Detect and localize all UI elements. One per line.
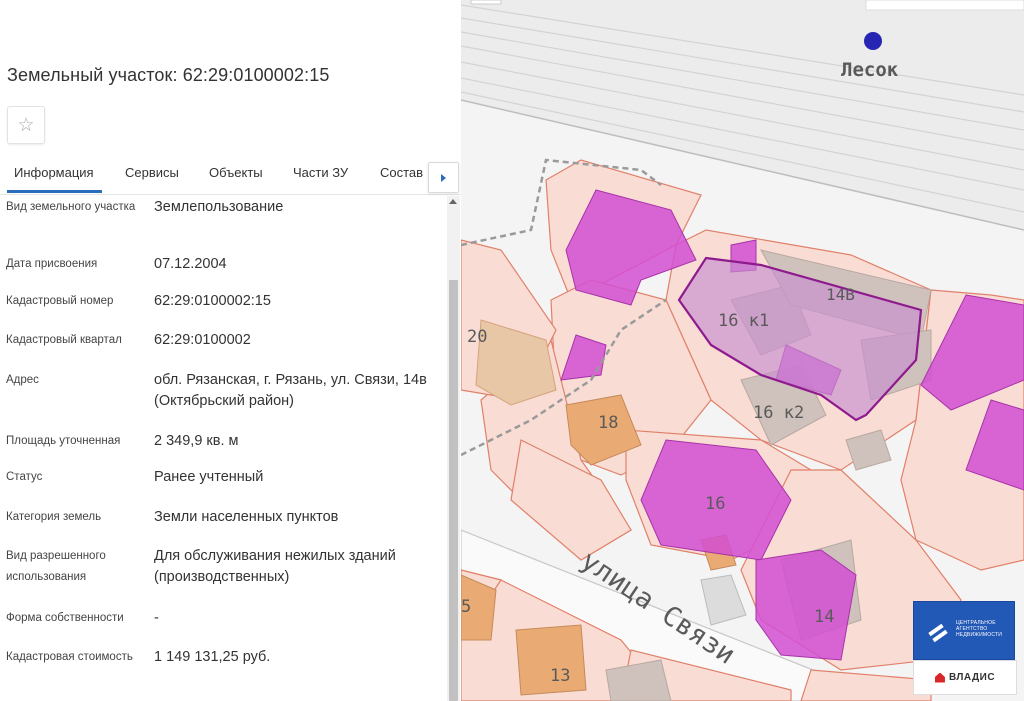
- tab-objects[interactable]: Объекты: [209, 165, 263, 180]
- row-value: обл. Рязанская, г. Рязань, ул. Связи, 14…: [154, 372, 427, 409]
- building-label: 5: [461, 597, 471, 617]
- row-label: Вид разрешенного использования: [6, 550, 106, 583]
- building-label: 20: [467, 327, 487, 347]
- tab-composition[interactable]: Состав: [380, 165, 423, 180]
- tabs-scroll-right-button[interactable]: [428, 162, 459, 193]
- tab-bar: Информация Сервисы Объекты Части ЗУ Сост…: [0, 160, 461, 195]
- active-tab-indicator: [7, 190, 102, 193]
- row-value: 62:29:0100002:15: [154, 293, 271, 309]
- row-value: 07.12.2004: [154, 256, 227, 272]
- scroll-up-arrow-icon[interactable]: [449, 199, 457, 204]
- favorite-button[interactable]: ☆: [7, 106, 45, 144]
- building-label: 16 к2: [753, 403, 804, 423]
- row-label: Вид земельного участка: [6, 201, 136, 213]
- row-label: Площадь уточненная: [6, 435, 121, 447]
- star-icon: ☆: [17, 114, 35, 136]
- building-icon: [928, 623, 948, 643]
- tab-information[interactable]: Информация: [14, 165, 94, 188]
- row-value: Ранее учтенный: [154, 469, 264, 485]
- building-label: 18: [598, 413, 618, 433]
- page-title: Земельный участок: 62:29:0100002:15: [7, 65, 330, 85]
- cadastral-map[interactable]: Лесок улица Связи 14В 16 к1 16 к2 20 18 …: [461, 0, 1024, 701]
- row-value: 62:29:0100002: [154, 332, 251, 348]
- row-label: Дата присвоения: [6, 258, 98, 270]
- row-value: 2 349,9 кв. м: [154, 433, 239, 449]
- row-label: Кадастровый квартал: [6, 334, 122, 346]
- building-label: 14В: [826, 285, 855, 304]
- row-value: 1 149 131,25 руб.: [154, 649, 271, 665]
- logo-brand-text: ВЛАДИС: [948, 672, 996, 683]
- logo-text: ЦЕНТРАЛЬНОЕ АГЕНТСТВО НЕДВИЖИМОСТИ: [956, 620, 1003, 638]
- building-label: 13: [550, 666, 570, 686]
- row-label: Кадастровый номер: [6, 295, 114, 307]
- building-label: 14: [814, 607, 834, 627]
- tab-parcel-parts[interactable]: Части ЗУ: [293, 165, 348, 180]
- row-value: Для обслуживания нежилых зданий (произво…: [154, 548, 396, 585]
- tab-services[interactable]: Сервисы: [125, 165, 179, 180]
- row-value: Землепользование: [154, 199, 284, 215]
- station-marker-icon[interactable]: [864, 32, 882, 50]
- building-label: 16 к1: [718, 311, 769, 331]
- chevron-right-icon: [441, 173, 446, 182]
- row-label: Статус: [6, 471, 43, 483]
- logo-badge: ЦЕНТРАЛЬНОЕ АГЕНТСТВО НЕДВИЖИМОСТИ: [913, 601, 1015, 660]
- row-label: Форма собственности: [6, 612, 124, 624]
- row-label: Категория земель: [6, 511, 102, 523]
- row-value: -: [154, 610, 159, 626]
- building-label: 16: [705, 494, 725, 514]
- info-panel: Земельный участок: 62:29:0100002:15 ☆ Ин…: [0, 0, 461, 701]
- agency-logo: ЦЕНТРАЛЬНОЕ АГЕНТСТВО НЕДВИЖИМОСТИ ВЛАДИ…: [913, 601, 1017, 695]
- house-icon: [934, 672, 945, 683]
- station-label: Лесок: [841, 59, 899, 81]
- row-value: Земли населенных пунктов: [154, 509, 339, 525]
- row-label: Адрес: [6, 374, 39, 386]
- row-label: Кадастровая стоимость: [6, 651, 133, 663]
- map-canvas: Лесок улица Связи 14В 16 к1 16 к2 20 18 …: [461, 0, 1024, 701]
- logo-bottom: ВЛАДИС: [913, 660, 1017, 695]
- scrollbar-thumb[interactable]: [449, 280, 458, 701]
